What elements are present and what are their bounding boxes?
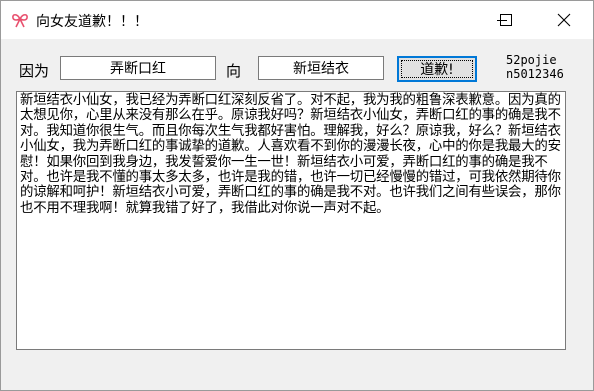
apologize-button-label: 道歉! (420, 62, 454, 78)
pink-ribbon-icon (11, 12, 29, 28)
to-label: 向 (226, 62, 242, 80)
maximize-icon (500, 14, 512, 26)
title-bar[interactable]: 向女友道歉！！！ (1, 1, 593, 39)
credit-text: 52pojie n5012346 (506, 53, 564, 81)
maximize-button[interactable] (483, 1, 529, 39)
close-icon (557, 13, 571, 27)
apologize-button[interactable]: 道歉! (397, 56, 477, 82)
apology-window: 向女友道歉！！！ 因为 向 道歉! 52pojie n5012346 新垣结衣小… (0, 0, 594, 391)
reason-input[interactable] (60, 56, 216, 80)
close-button[interactable] (541, 1, 587, 39)
credit-line-2: n5012346 (506, 67, 564, 81)
recipient-input[interactable] (258, 56, 384, 80)
apology-message-area[interactable]: 新垣结衣小仙女，我已经为弄断口红深刻反省了。对不起，我为我的粗鲁深表歉意。因为真… (16, 91, 566, 350)
credit-line-1: 52pojie (506, 53, 557, 67)
window-title: 向女友道歉！！！ (36, 14, 148, 30)
reason-label: 因为 (19, 62, 50, 80)
apology-message-text: 新垣结衣小仙女，我已经为弄断口红深刻反省了。对不起，我为我的粗鲁深表歉意。因为真… (20, 93, 561, 216)
